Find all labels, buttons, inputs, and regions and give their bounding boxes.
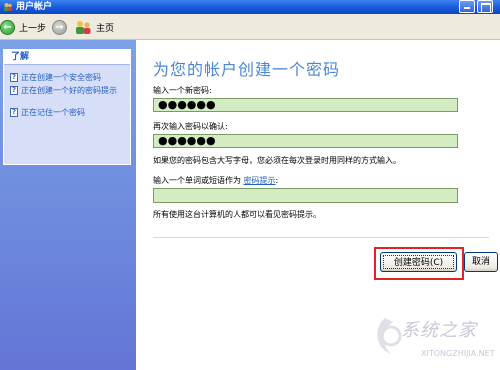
window-title: 用户帐户 — [16, 2, 53, 12]
back-label: 上一步 — [19, 23, 47, 34]
password-hint-link[interactable]: 密码提示 — [244, 176, 276, 185]
create-password-button[interactable]: 创建密码(C) — [380, 252, 457, 272]
home-button[interactable]: 主页 — [75, 19, 114, 35]
watermark-text: 系统之家 — [401, 320, 477, 341]
help-doc-icon: ? — [10, 86, 18, 95]
case-sensitivity-note: 如果您的密码包含大写字母，您必须在每次登录时用同样的方式输入。 — [153, 156, 401, 165]
sidebar-item-secure-password[interactable]: ? 正在创建一个安全密码 — [10, 73, 101, 82]
divider — [153, 237, 489, 238]
sidebar-item-remember-password[interactable]: ? 正在记住一个密码 — [10, 108, 85, 117]
sidebar-item-label: 正在创建一个好的密码提示 — [21, 86, 117, 95]
confirm-password-field[interactable]: ●●●●●● — [153, 134, 458, 148]
page-title: 为您的帐户创建一个密码 — [153, 60, 341, 79]
back-arrow-icon: ← — [0, 19, 15, 35]
learn-about-box: 了解 ? 正在创建一个安全密码 ? 正在创建一个好的密码提示 ? 正在记住一个密… — [3, 49, 131, 165]
watermark-url: XITONGZHIJIA.NET — [421, 349, 495, 358]
sidebar: 了解 ? 正在创建一个安全密码 ? 正在创建一个好的密码提示 ? 正在记住一个密… — [0, 40, 136, 370]
help-doc-icon: ? — [10, 108, 18, 117]
sidebar-item-label: 正在记住一个密码 — [21, 108, 85, 117]
confirm-password-value: ●●●●●● — [158, 134, 216, 147]
users-app-icon — [4, 3, 13, 11]
confirm-password-label: 再次输入密码以确认: — [153, 122, 228, 131]
hint-visibility-note: 所有使用这台计算机的人都可以看见密码提示。 — [153, 210, 321, 219]
new-password-label: 输入一个新密码: — [153, 86, 212, 95]
toolbar: ← 上一步 → 主页 — [0, 14, 500, 40]
minimize-button[interactable] — [459, 0, 475, 13]
sidebar-item-label: 正在创建一个安全密码 — [21, 73, 101, 82]
forward-arrow-icon: → — [52, 19, 67, 35]
forward-button[interactable]: → — [52, 19, 67, 35]
maximize-button[interactable] — [477, 0, 493, 13]
new-password-value: ●●●●●● — [158, 98, 216, 111]
hint-label-suffix: : — [275, 176, 279, 185]
cancel-button[interactable]: 取消 — [464, 252, 498, 272]
users-home-icon — [76, 21, 91, 34]
new-password-field[interactable]: ●●●●●● — [153, 98, 458, 112]
title-bar: 用户帐户 — [0, 0, 500, 14]
hint-label: 输入一个单词或短语作为 密码提示: — [153, 175, 278, 186]
home-label: 主页 — [96, 23, 115, 34]
sidebar-item-password-hint[interactable]: ? 正在创建一个好的密码提示 — [10, 86, 128, 95]
back-button[interactable]: ← 上一步 — [0, 19, 46, 35]
hint-label-prefix: 输入一个单词或短语作为 — [153, 176, 241, 185]
learn-about-header: 了解 — [4, 50, 130, 65]
password-hint-field[interactable] — [153, 188, 458, 203]
help-doc-icon: ? — [10, 73, 18, 82]
create-password-label: 创建密码(C) — [383, 255, 454, 269]
